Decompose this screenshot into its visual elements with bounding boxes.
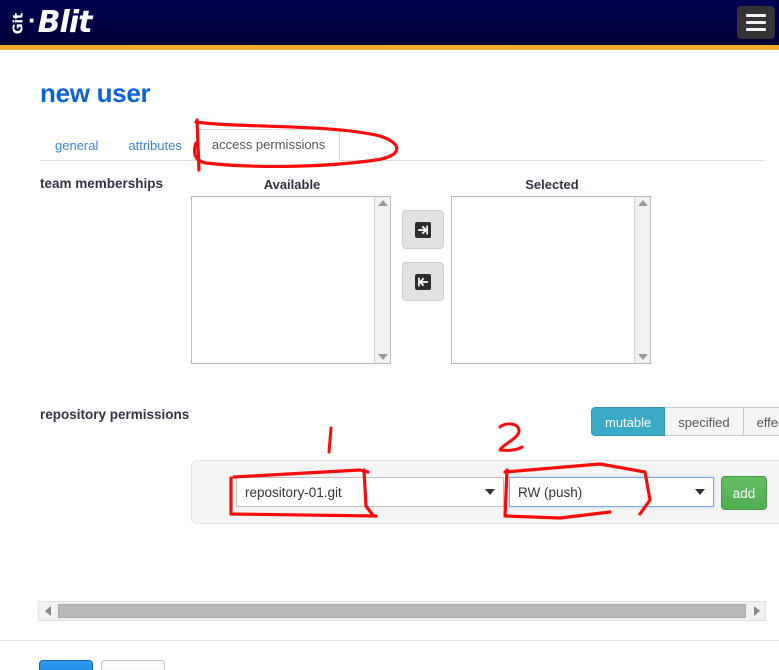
- remove-team-button[interactable]: [402, 262, 444, 301]
- selected-teams-list[interactable]: [452, 197, 634, 363]
- menu-bar-1: [746, 14, 766, 17]
- tab-general[interactable]: general: [40, 130, 113, 161]
- tab-access-permissions[interactable]: access permissions: [196, 129, 341, 161]
- transfer-buttons: [402, 210, 444, 301]
- triangle-down-icon[interactable]: [377, 354, 388, 360]
- footer-divider: [0, 640, 779, 641]
- selected-teams-scrollbar[interactable]: [634, 197, 650, 363]
- chevron-down-icon[interactable]: [695, 489, 705, 495]
- repository-permissions-label: repository permissions: [40, 407, 190, 422]
- hamburger-menu-icon[interactable]: [737, 6, 775, 39]
- triangle-up-icon[interactable]: [377, 200, 388, 206]
- scrollbar-thumb[interactable]: [58, 604, 746, 618]
- page-title: new user: [40, 78, 151, 108]
- gitblit-logo[interactable]: Git · Blit: [8, 4, 93, 42]
- tab-bar: general attributes access permissions: [40, 128, 765, 161]
- logo-separator-dot: ·: [28, 5, 37, 35]
- available-teams-listbox[interactable]: [191, 196, 391, 364]
- scroll-right-button[interactable]: [748, 602, 765, 620]
- menu-bar-3: [746, 28, 766, 31]
- permission-select[interactable]: RW (push): [509, 477, 714, 507]
- mode-button-mutable[interactable]: mutable: [591, 407, 666, 436]
- horizontal-scrollbar[interactable]: [38, 601, 766, 621]
- app-header: Git · Blit: [0, 0, 779, 45]
- triangle-up-icon[interactable]: [637, 200, 648, 206]
- logo-blit-text: Blit: [37, 5, 93, 40]
- add-permission-button[interactable]: add: [721, 476, 767, 510]
- gitblit-new-user-page: Git · Blit new user general attributes a…: [0, 0, 779, 670]
- repository-select-value: repository-01.git: [245, 484, 342, 500]
- menu-bar-2: [746, 21, 766, 24]
- triangle-right-icon: [753, 606, 760, 616]
- add-team-button[interactable]: [402, 210, 444, 249]
- scroll-left-button[interactable]: [39, 602, 56, 620]
- triangle-left-icon: [44, 606, 51, 616]
- selected-teams-listbox[interactable]: [451, 196, 651, 364]
- permission-select-value: RW (push): [518, 484, 583, 500]
- save-button[interactable]: save: [39, 660, 93, 670]
- team-memberships-label: team memberships: [40, 176, 164, 191]
- available-teams-scrollbar[interactable]: [374, 197, 390, 363]
- tab-attributes[interactable]: attributes: [113, 130, 196, 161]
- arrow-right-into-box-icon: [415, 221, 431, 238]
- page-content: new user general attributes access permi…: [0, 50, 779, 670]
- selected-column-header: Selected: [525, 177, 579, 192]
- permission-mode-group: mutable specified effective: [591, 407, 779, 436]
- cancel-button[interactable]: cancel: [101, 660, 165, 670]
- mode-button-effective[interactable]: effective: [743, 407, 779, 436]
- arrow-left-into-box-icon: [415, 273, 431, 290]
- chevron-down-icon[interactable]: [485, 489, 495, 495]
- triangle-down-icon[interactable]: [637, 354, 648, 360]
- available-teams-list[interactable]: [192, 197, 374, 363]
- repository-select[interactable]: repository-01.git: [236, 477, 504, 507]
- mode-button-specified[interactable]: specified: [665, 407, 744, 436]
- available-column-header: Available: [263, 177, 321, 192]
- logo-git-text: Git: [11, 12, 27, 34]
